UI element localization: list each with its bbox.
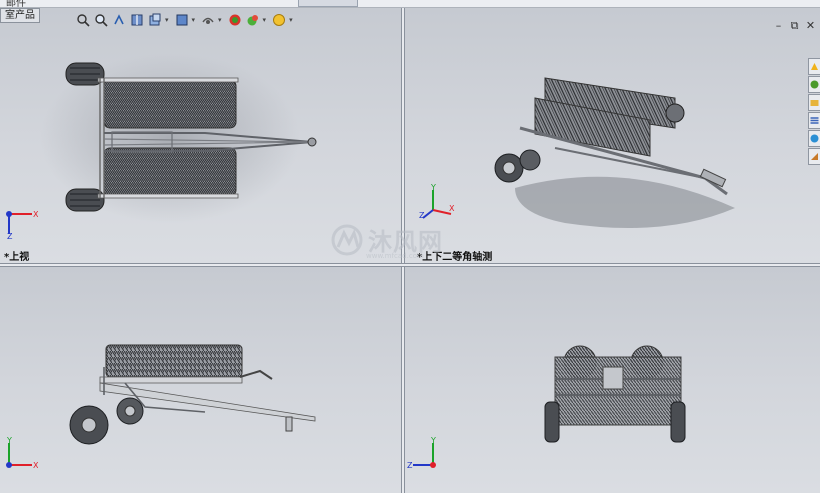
coordinate-triad-side: Y Z	[407, 437, 443, 473]
svg-text:Z: Z	[407, 461, 413, 470]
view-orientation-dropdown[interactable]: ▾	[165, 16, 169, 24]
triad-x-label: X	[33, 210, 38, 219]
section-view-icon[interactable]	[129, 12, 145, 28]
hide-show-items-icon[interactable]	[200, 12, 216, 28]
watermark: 沐风网 www.mfcad.com	[330, 222, 443, 260]
task-pane-tabs	[808, 58, 820, 166]
design-library-icon[interactable]	[808, 76, 820, 93]
coordinate-triad: X Z	[2, 204, 38, 240]
svg-text:Y: Y	[430, 437, 436, 445]
minimize-icon[interactable]: –	[773, 20, 784, 31]
previous-view-icon[interactable]	[111, 12, 127, 28]
apply-scene-icon[interactable]	[245, 12, 261, 28]
feature-tree-tab[interactable]: 室产品	[0, 8, 40, 23]
view-settings-dropdown[interactable]: ▾	[289, 16, 293, 24]
zoom-to-fit-icon[interactable]	[75, 12, 91, 28]
hide-show-dropdown[interactable]: ▾	[218, 16, 222, 24]
svg-text:Y: Y	[6, 437, 12, 445]
viewport-splitter-horizontal[interactable]	[0, 263, 820, 267]
watermark-url: www.mfcad.com	[366, 252, 424, 260]
svg-text:X: X	[449, 204, 455, 213]
triad-z-label: Z	[7, 232, 13, 240]
file-explorer-icon[interactable]	[808, 94, 820, 111]
view-palette-icon[interactable]	[808, 112, 820, 129]
resources-icon[interactable]	[808, 58, 820, 75]
svg-text:Y: Y	[430, 184, 436, 192]
front-view-model	[69, 344, 316, 445]
svg-text:Z: Z	[419, 211, 425, 220]
display-style-dropdown[interactable]: ▾	[192, 16, 196, 24]
viewport-front[interactable]: Y X	[0, 267, 401, 493]
side-view-model	[544, 345, 686, 443]
triad-origin	[6, 211, 12, 217]
coordinate-triad-front: Y X	[2, 437, 38, 473]
isometric-view-model	[494, 77, 735, 228]
viewport-label-top: *上视	[4, 252, 30, 263]
apply-scene-dropdown[interactable]: ▾	[263, 16, 267, 24]
close-icon[interactable]: ✕	[805, 20, 816, 31]
coordinate-triad-iso: Y X Z	[419, 184, 455, 220]
custom-properties-icon[interactable]	[808, 148, 820, 165]
view-settings-icon[interactable]	[271, 12, 287, 28]
view-orientation-icon[interactable]	[147, 12, 163, 28]
appearances-icon[interactable]	[808, 130, 820, 147]
watermark-logo-icon	[331, 224, 363, 255]
window-top-strip: 邮件	[0, 0, 820, 9]
top-scroll-segment[interactable]	[298, 0, 358, 7]
viewport-side[interactable]: Y Z	[405, 267, 820, 493]
svg-text:X: X	[33, 461, 38, 470]
display-style-icon[interactable]	[174, 12, 190, 28]
edit-appearance-icon[interactable]	[227, 12, 243, 28]
restore-icon[interactable]: ⧉	[789, 20, 800, 31]
heads-up-view-toolbar: ▾ ▾ ▾ ▾ ▾	[75, 10, 296, 30]
viewport-isometric[interactable]: *上下二等角轴测 Y X Z – ⧉ ✕	[405, 8, 820, 263]
viewport-window-controls: – ⧉ ✕	[773, 20, 816, 31]
zoom-to-area-icon[interactable]	[93, 12, 109, 28]
